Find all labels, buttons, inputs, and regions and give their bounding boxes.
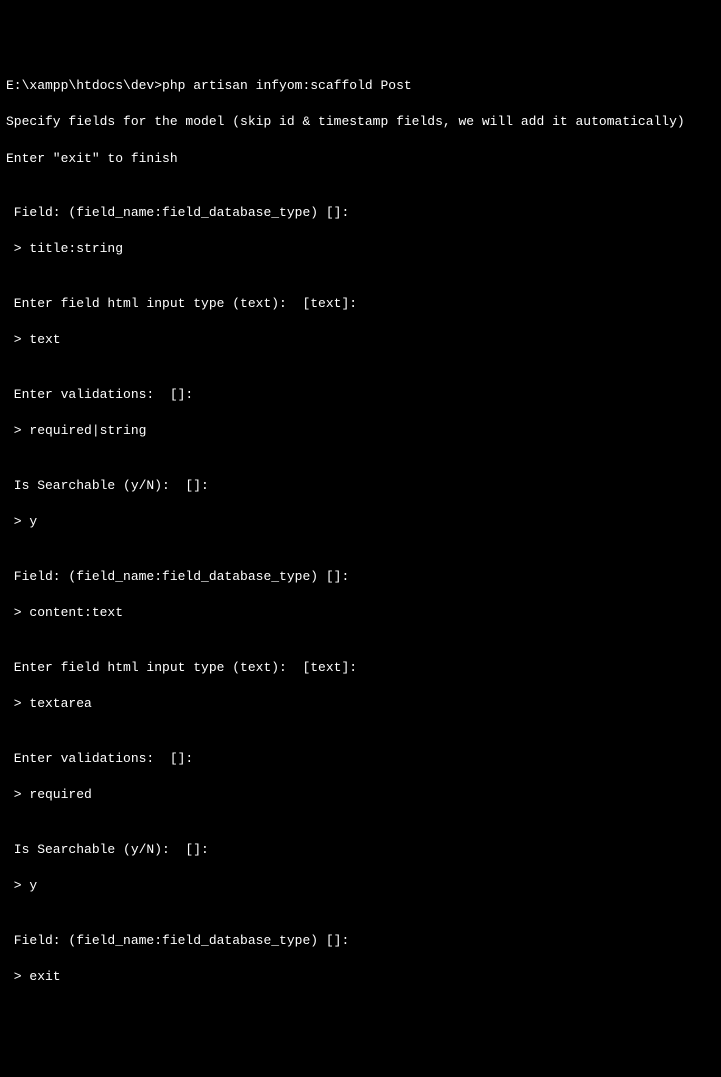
terminal-line-html-input-2[interactable]: > textarea <box>6 695 715 713</box>
terminal-line-exit-input[interactable]: > exit <box>6 968 715 986</box>
terminal-line-searchable-prompt-1: Is Searchable (y/N): []: <box>6 477 715 495</box>
terminal-line-html-input-1[interactable]: > text <box>6 331 715 349</box>
terminal-line-validations-prompt-1: Enter validations: []: <box>6 386 715 404</box>
terminal-line-html-prompt-1: Enter field html input type (text): [tex… <box>6 295 715 313</box>
terminal-line-searchable-input-2[interactable]: > y <box>6 877 715 895</box>
terminal-line-field-prompt-1: Field: (field_name:field_database_type) … <box>6 204 715 222</box>
terminal-line-validations-input-1[interactable]: > required|string <box>6 422 715 440</box>
terminal-line-searchable-prompt-2: Is Searchable (y/N): []: <box>6 841 715 859</box>
terminal-line-field-prompt-3: Field: (field_name:field_database_type) … <box>6 932 715 950</box>
terminal-line-field-prompt-2: Field: (field_name:field_database_type) … <box>6 568 715 586</box>
terminal-line-command: E:\xampp\htdocs\dev>php artisan infyom:s… <box>6 77 715 95</box>
terminal-line-field-input-2[interactable]: > content:text <box>6 604 715 622</box>
terminal-line-field-input-1[interactable]: > title:string <box>6 240 715 258</box>
cwd-path: E:\xampp\htdocs\dev> <box>6 78 162 93</box>
terminal-line-validations-prompt-2: Enter validations: []: <box>6 750 715 768</box>
command-text: php artisan infyom:scaffold Post <box>162 78 412 93</box>
terminal-line-searchable-input-1[interactable]: > y <box>6 513 715 531</box>
terminal-line-intro1: Specify fields for the model (skip id & … <box>6 113 715 131</box>
terminal-line-html-prompt-2: Enter field html input type (text): [tex… <box>6 659 715 677</box>
terminal-line-intro2: Enter "exit" to finish <box>6 150 715 168</box>
terminal-line-validations-input-2[interactable]: > required <box>6 786 715 804</box>
